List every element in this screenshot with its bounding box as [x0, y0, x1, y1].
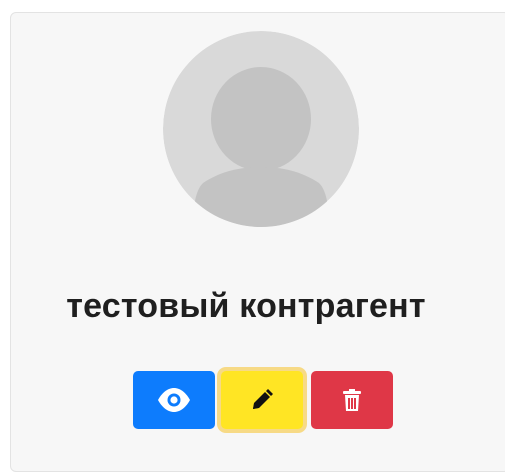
trash-icon — [343, 389, 361, 411]
edit-button[interactable] — [221, 371, 303, 429]
contractor-card: тестовый контрагент — [10, 12, 505, 472]
view-button[interactable] — [133, 371, 215, 429]
user-placeholder-icon — [163, 31, 359, 227]
avatar — [163, 31, 359, 227]
contractor-name: тестовый контрагент — [66, 287, 426, 325]
eye-icon — [158, 388, 190, 412]
pencil-icon — [253, 389, 273, 409]
delete-button[interactable] — [311, 371, 393, 429]
